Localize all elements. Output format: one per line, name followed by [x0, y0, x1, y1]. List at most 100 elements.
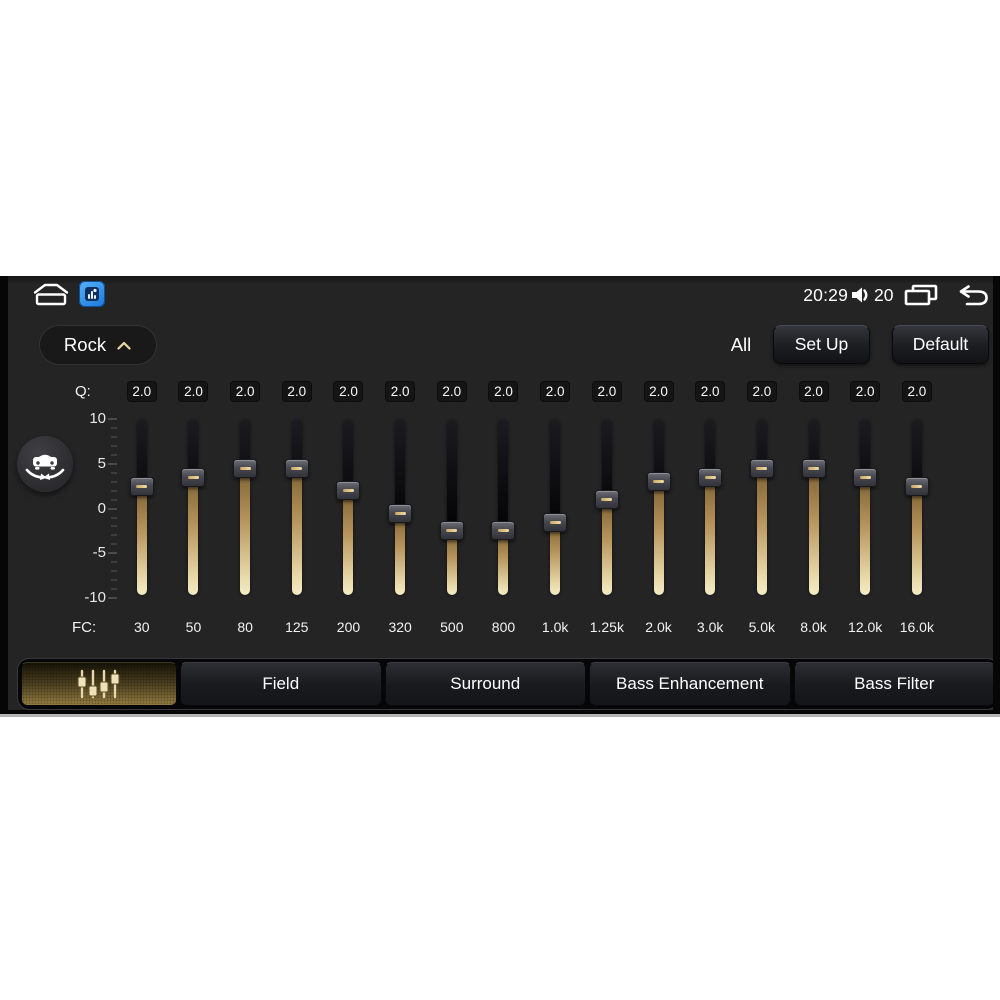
eq-slider-fill	[756, 468, 767, 595]
handle-gold-dash	[756, 466, 768, 470]
eq-slider-handle[interactable]	[491, 521, 516, 541]
eq-slider-fill	[446, 530, 457, 595]
freq-label: 800	[491, 619, 516, 635]
q-caption: Q:	[75, 383, 91, 400]
axis-tick	[111, 445, 117, 448]
eq-slider-handle[interactable]	[233, 458, 258, 478]
eq-slider-fill	[291, 468, 302, 595]
q-value[interactable]: 2.0	[437, 382, 466, 401]
axis-tick	[111, 498, 117, 501]
tab-field[interactable]: Field	[180, 662, 382, 706]
eq-slider-handle[interactable]	[388, 503, 413, 523]
home-icon[interactable]	[32, 282, 70, 308]
handle-gold-dash	[291, 466, 303, 470]
clock: 20:29	[803, 285, 848, 305]
eq-slider-handle[interactable]	[181, 467, 206, 487]
freq-label: 2.0k	[645, 619, 672, 635]
eq-slider-handle[interactable]	[543, 512, 568, 532]
freq-label: 320	[388, 619, 412, 635]
axis-tick	[111, 588, 117, 590]
tab-label: Bass Enhancement	[616, 674, 764, 693]
music-app-icon[interactable]	[79, 281, 105, 307]
handle-gold-dash	[394, 511, 406, 515]
q-value[interactable]: 2.0	[644, 382, 673, 401]
setup-button[interactable]: Set Up	[773, 325, 870, 364]
eq-slider-fill	[395, 513, 406, 595]
axis-tick	[111, 480, 117, 483]
preset-selector[interactable]: Rock	[40, 326, 156, 364]
eq-slider-handle[interactable]	[646, 472, 671, 492]
handle-gold-dash	[808, 466, 819, 470]
car-surround-icon[interactable]	[17, 436, 73, 492]
eq-slider-handle[interactable]	[801, 458, 826, 478]
eq-slider-handle[interactable]	[904, 476, 929, 496]
db-axis-label: -5	[92, 544, 106, 562]
eq-slider-fill	[550, 522, 561, 595]
eq-slider-fill	[653, 481, 664, 595]
axis-tick	[108, 418, 117, 421]
axis-tick	[111, 543, 117, 546]
q-value[interactable]: 2.0	[541, 382, 570, 401]
q-value[interactable]: 2.0	[127, 382, 156, 401]
tab-surround[interactable]: Surround	[384, 662, 586, 706]
freq-label: 3.0k	[696, 619, 724, 635]
handle-gold-dash	[136, 484, 148, 488]
tab-bass-filter[interactable]: Bass Filter	[793, 662, 993, 706]
tab-equalizer[interactable]	[21, 662, 177, 706]
q-value[interactable]: 2.0	[799, 382, 828, 401]
q-value[interactable]: 2.0	[902, 382, 931, 401]
tab-label: Field	[262, 674, 300, 693]
q-value[interactable]: 2.0	[489, 382, 518, 401]
equalizer-screen: 20:29 20 Rock All Set Up Default Q: FC: …	[8, 276, 993, 710]
preset-selected-label: Rock	[63, 334, 107, 355]
eq-slider-fill	[808, 468, 819, 595]
q-value[interactable]: 2.0	[851, 382, 880, 401]
q-value[interactable]: 2.0	[592, 382, 621, 401]
eq-slider-fill	[136, 486, 147, 595]
default-button[interactable]: Default	[892, 325, 989, 364]
q-value[interactable]: 2.0	[231, 382, 260, 401]
head-unit-display: 20:29 20 Rock All Set Up Default Q: FC: …	[0, 276, 1000, 717]
axis-tick	[108, 462, 117, 465]
eq-slider-handle[interactable]	[284, 458, 309, 478]
freq-label: 1.0k	[541, 619, 569, 635]
eq-slider-fill	[601, 499, 612, 595]
all-channels-button[interactable]: All	[724, 334, 758, 356]
handle-gold-dash	[704, 475, 716, 479]
q-value[interactable]: 2.0	[282, 382, 311, 401]
axis-tick	[111, 534, 117, 537]
handle-gold-dash	[859, 475, 871, 479]
eq-slider-handle[interactable]	[698, 467, 723, 487]
q-value[interactable]: 2.0	[386, 382, 415, 401]
freq-label: 5.0k	[748, 619, 776, 635]
eq-slider-handle[interactable]	[336, 481, 361, 501]
freq-label: 30	[134, 619, 150, 635]
tab-label: Bass Filter	[854, 674, 935, 693]
equalizer-sliders-icon	[77, 669, 120, 699]
axis-tick	[111, 453, 117, 456]
handle-gold-dash	[342, 489, 354, 493]
q-value[interactable]: 2.0	[747, 382, 776, 401]
tab-bass-enhancement[interactable]: Bass Enhancement	[589, 662, 791, 706]
eq-slider-handle[interactable]	[749, 458, 774, 478]
fc-caption: FC:	[72, 619, 97, 636]
eq-slider-handle[interactable]	[129, 476, 154, 496]
eq-slider-handle[interactable]	[594, 490, 619, 510]
volume-level: 20	[874, 285, 894, 305]
back-icon[interactable]	[955, 284, 991, 307]
recents-icon[interactable]	[904, 284, 938, 307]
chevron-up-icon	[116, 340, 132, 351]
q-value[interactable]: 2.0	[334, 382, 363, 401]
eq-slider-handle[interactable]	[853, 467, 878, 487]
eq-slider-handle[interactable]	[439, 521, 464, 541]
tab-label: Surround	[450, 674, 521, 693]
q-value[interactable]: 2.0	[179, 382, 208, 401]
handle-gold-dash	[446, 529, 458, 533]
freq-label: 1.25k	[589, 619, 624, 635]
freq-label: 12.0k	[848, 619, 883, 635]
handle-gold-dash	[911, 484, 923, 488]
axis-tick	[111, 516, 117, 519]
q-value[interactable]: 2.0	[696, 382, 725, 401]
freq-label: 8.0k	[800, 619, 827, 635]
freq-label: 16.0k	[899, 619, 934, 635]
